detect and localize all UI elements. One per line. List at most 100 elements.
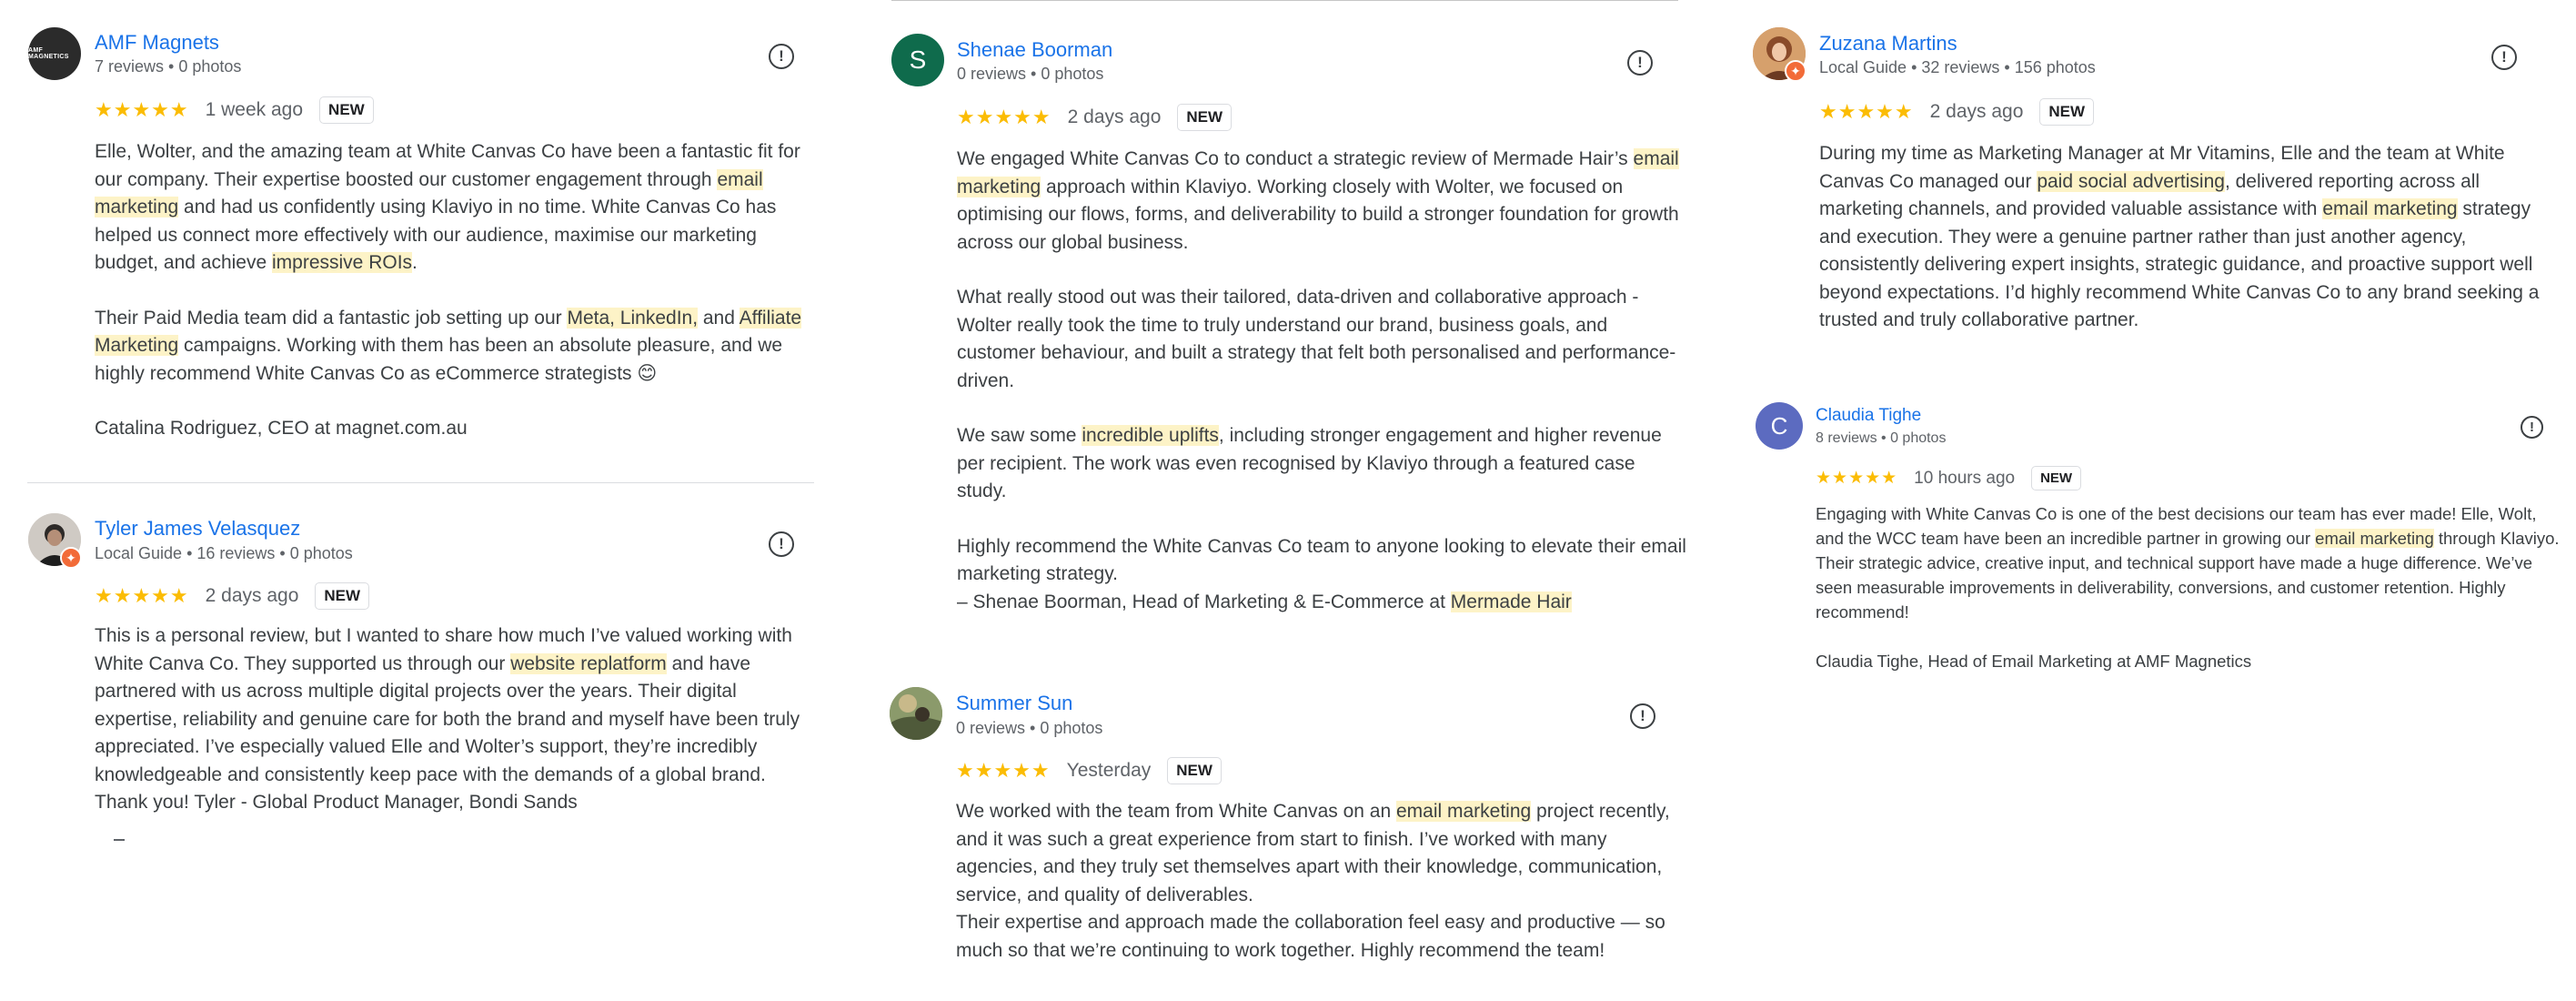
highlighted-keyword: email marketing [2315, 529, 2434, 548]
review-paragraph: Their expertise and approach made the co… [956, 909, 1688, 965]
review-card-summer-sun: Summer Sun 0 reviews • 0 photos ! ★★★★★ … [873, 673, 1719, 1001]
avatar[interactable]: C [1756, 402, 1803, 450]
rating-row: ★★★★★ 10 hours ago NEW [1816, 466, 2082, 490]
text-segment: approach within Klaviyo. Working closely… [957, 176, 1679, 253]
review-card-claudia-tighe: C Claudia Tighe 8 reviews • 0 photos ! ★… [1728, 391, 2576, 692]
review-text: Elle, Wolter, and the amazing team at Wh… [95, 138, 822, 443]
star-rating: ★★★★★ [1816, 469, 1898, 488]
review-paragraph: We saw some incredible uplifts, includin… [957, 422, 1689, 506]
rating-row: ★★★★★ 1 week ago NEW [95, 96, 374, 124]
avatar-photo-icon [890, 687, 942, 740]
partial-divider [114, 839, 125, 841]
text-segment: campaigns. Working with them has been an… [95, 335, 783, 384]
highlighted-keyword: email marketing [1395, 801, 1532, 822]
review-time: Yesterday [1066, 760, 1152, 781]
text-segment: and have partnered with us across multip… [95, 652, 800, 814]
new-badge: NEW [315, 582, 370, 610]
avatar-logo-text: AMF MAGNETICS [28, 47, 69, 60]
reviewer-name[interactable]: Shenae Boorman [957, 38, 1112, 62]
report-flag-icon[interactable]: ! [769, 531, 794, 557]
report-flag-icon[interactable]: ! [769, 44, 794, 69]
report-flag-icon[interactable]: ! [2521, 416, 2543, 439]
review-card-tyler-james-velasquez: ✦ Tyler James Velasquez Local Guide • 16… [0, 491, 837, 874]
text-segment: . [412, 252, 418, 273]
rating-row: ★★★★★ Yesterday NEW [956, 757, 1222, 784]
highlighted-keyword: Mermade Hair [1450, 591, 1572, 612]
report-flag-icon[interactable]: ! [2491, 45, 2517, 70]
review-text: We engaged White Canvas Co to conduct a … [957, 146, 1689, 616]
review-paragraph: Their Paid Media team did a fantastic jo… [95, 305, 822, 389]
highlighted-keyword: Meta, LinkedIn, [567, 307, 699, 329]
review-paragraph: This is a personal review, but I wanted … [95, 622, 822, 817]
text-segment: Their Paid Media team did a fantastic jo… [95, 307, 568, 329]
review-time: 2 days ago [1067, 106, 1162, 127]
report-flag-icon[interactable]: ! [1630, 703, 1655, 729]
star-rating: ★★★★★ [957, 106, 1052, 128]
reviewer-name[interactable]: AMF Magnets [95, 31, 219, 55]
review-text: Engaging with White Canvas Co is one of … [1816, 501, 2561, 673]
reviewer-meta: Local Guide • 16 reviews • 0 photos [95, 544, 353, 562]
reviewer-name[interactable]: Claudia Tighe [1816, 406, 1921, 426]
rating-row: ★★★★★ 2 days ago NEW [957, 104, 1233, 131]
text-segment: – Shenae Boorman, Head of Marketing & E-… [957, 591, 1451, 612]
text-segment: and [698, 307, 740, 329]
reviews-column-3: ✦ Zuzana Martins Local Guide • 32 review… [1728, 0, 2576, 1001]
reviewer-name[interactable]: Tyler James Velasquez [95, 517, 300, 541]
text-segment: We worked with the team from White Canva… [956, 801, 1396, 822]
review-paragraph: During my time as Marketing Manager at M… [1819, 140, 2547, 335]
text-segment: and had us confidently using Klaviyo in … [95, 197, 777, 273]
review-paragraph: Elle, Wolter, and the amazing team at Wh… [95, 138, 822, 278]
local-guide-badge-icon: ✦ [1785, 60, 1806, 82]
avatar[interactable]: S [891, 34, 944, 86]
review-text: We worked with the team from White Canva… [956, 798, 1688, 965]
star-rating: ★★★★★ [1819, 100, 1914, 123]
reviewer-name[interactable]: Summer Sun [956, 692, 1072, 715]
text-segment: Catalina Rodriguez, CEO at magnet.com.au [95, 418, 468, 439]
highlighted-keyword: impressive ROIs [272, 252, 413, 273]
reviewer-meta: 0 reviews • 0 photos [956, 719, 1103, 737]
new-badge: NEW [2039, 98, 2095, 126]
report-flag-icon[interactable]: ! [1627, 50, 1653, 76]
text-segment: Claudia Tighe, Head of Email Marketing a… [1816, 652, 2252, 671]
text-segment: Highly recommend the White Canvas Co tea… [957, 535, 1686, 585]
reviewer-name[interactable]: Zuzana Martins [1819, 32, 1957, 56]
review-paragraph: We worked with the team from White Canva… [956, 798, 1688, 909]
review-card-shenae-boorman: S Shenae Boorman 0 reviews • 0 photos ! … [873, 0, 1719, 637]
review-text: This is a personal review, but I wanted … [95, 622, 822, 817]
new-badge: NEW [1177, 104, 1233, 131]
rating-row: ★★★★★ 2 days ago NEW [1819, 98, 2095, 126]
review-time: 2 days ago [1929, 101, 2024, 122]
highlighted-keyword: email marketing [2322, 198, 2458, 219]
review-paragraph: What really stood out was their tailored… [957, 284, 1689, 395]
review-card-amf-magnets: AMF MAGNETICS AMF Magnets 7 reviews • 0 … [0, 0, 837, 473]
review-time: 10 hours ago [1914, 468, 2016, 488]
highlighted-keyword: incredible uplifts [1082, 425, 1219, 446]
review-paragraph: Claudia Tighe, Head of Email Marketing a… [1816, 649, 2561, 673]
review-card-zuzana-martins: ✦ Zuzana Martins Local Guide • 32 review… [1728, 0, 2576, 382]
avatar[interactable] [890, 687, 942, 740]
text-segment: What really stood out was their tailored… [957, 287, 1676, 391]
new-badge: NEW [319, 96, 374, 124]
local-guide-badge-icon: ✦ [60, 547, 82, 569]
avatar-letter: S [909, 46, 927, 74]
text-segment: Their expertise and approach made the co… [956, 912, 1665, 961]
review-time: 1 week ago [205, 99, 304, 120]
review-paragraph: Catalina Rodriguez, CEO at magnet.com.au [95, 415, 822, 443]
review-signature: – Shenae Boorman, Head of Marketing & E-… [957, 591, 1572, 612]
review-paragraph: Engaging with White Canvas Co is one of … [1816, 501, 2561, 624]
review-paragraph: Highly recommend the White Canvas Co tea… [957, 533, 1689, 617]
review-text: During my time as Marketing Manager at M… [1819, 140, 2547, 335]
reviewer-meta: 0 reviews • 0 photos [957, 65, 1104, 83]
reviewer-meta: Local Guide • 32 reviews • 156 photos [1819, 58, 2096, 76]
rating-row: ★★★★★ 2 days ago NEW [95, 582, 370, 610]
text-segment: We engaged White Canvas Co to conduct a … [957, 148, 1634, 169]
avatar[interactable]: AMF MAGNETICS [28, 27, 81, 80]
review-time: 2 days ago [205, 585, 299, 606]
text-segment: We saw some [957, 425, 1082, 446]
star-rating: ★★★★★ [95, 98, 189, 121]
review-paragraph: We engaged White Canvas Co to conduct a … [957, 146, 1689, 257]
avatar-letter: C [1770, 411, 1788, 440]
reviewer-meta: 8 reviews • 0 photos [1816, 430, 1947, 446]
text-segment: Elle, Wolter, and the amazing team at Wh… [95, 141, 800, 190]
new-badge: NEW [1167, 757, 1222, 784]
